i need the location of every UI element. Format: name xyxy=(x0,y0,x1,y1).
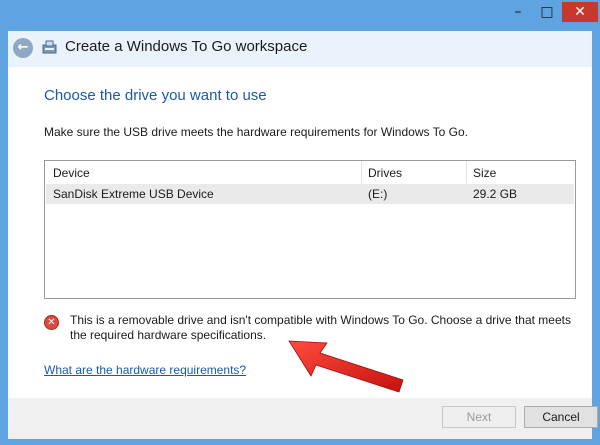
error-x-icon: ✕ xyxy=(44,315,59,330)
column-header-drives[interactable]: Drives xyxy=(368,166,402,180)
device-list[interactable]: Device Drives Size SanDisk Extreme USB D… xyxy=(44,160,576,299)
hardware-requirements-link[interactable]: What are the hardware requirements? xyxy=(44,363,246,377)
device-row[interactable]: SanDisk Extreme USB Device (E:) 29.2 GB xyxy=(46,184,574,204)
column-header-size[interactable]: Size xyxy=(473,166,496,180)
title-bar: – □ ✕ xyxy=(0,0,600,30)
error-message: This is a removable drive and isn't comp… xyxy=(70,313,571,342)
page-heading: Choose the drive you want to use xyxy=(44,87,267,104)
list-header: Device Drives Size xyxy=(45,161,575,183)
cancel-button[interactable]: Cancel xyxy=(524,406,598,428)
next-button[interactable]: Next xyxy=(442,406,516,428)
window-title: Create a Windows To Go workspace xyxy=(65,38,308,55)
usb-drive-icon xyxy=(42,40,57,54)
device-drive-letter: (E:) xyxy=(368,187,388,201)
close-button[interactable]: ✕ xyxy=(562,2,598,22)
wizard-content: Choose the drive you want to use Make su… xyxy=(8,67,592,398)
minimize-button[interactable]: – xyxy=(505,2,531,22)
instruction-text: Make sure the USB drive meets the hardwa… xyxy=(44,125,468,139)
navigation-bar: ← Create a Windows To Go workspace xyxy=(8,31,592,67)
button-bar: Next Cancel xyxy=(8,398,598,439)
column-divider[interactable] xyxy=(361,161,362,183)
window-frame: – □ ✕ ← Create a Windows To Go workspace… xyxy=(0,0,600,445)
device-name: SanDisk Extreme USB Device xyxy=(53,187,214,201)
column-divider[interactable] xyxy=(466,161,467,183)
maximize-button[interactable]: □ xyxy=(534,2,560,22)
column-header-device[interactable]: Device xyxy=(53,166,90,180)
back-arrow-icon[interactable]: ← xyxy=(13,38,33,58)
device-size: 29.2 GB xyxy=(473,187,518,201)
